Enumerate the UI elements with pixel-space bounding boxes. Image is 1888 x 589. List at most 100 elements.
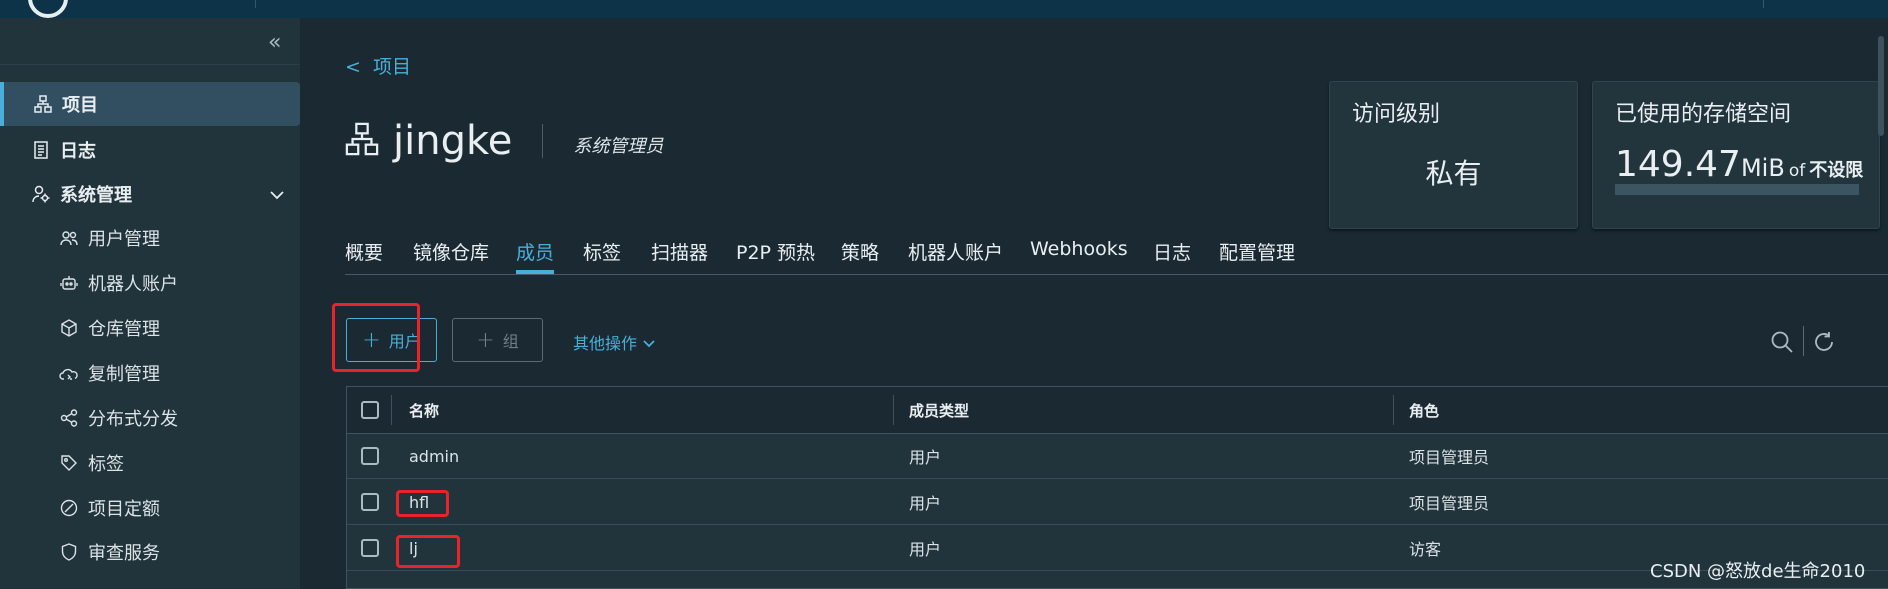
header-role[interactable]: 角色 (1409, 387, 1439, 433)
header-divider-right (1763, 0, 1764, 8)
header-name[interactable]: 名称 (409, 387, 439, 433)
member-role: 访客 (1409, 540, 1442, 559)
access-level-value: 私有 (1425, 157, 1482, 190)
toolbar-divider (1803, 326, 1804, 356)
share-icon (58, 407, 80, 429)
user-role: 系统管理员 (573, 136, 664, 157)
sidebar-divider (0, 64, 300, 65)
collapse-sidebar-icon[interactable]: « (268, 30, 281, 55)
table-row[interactable]: admin 用户 项目管理员 (347, 433, 1888, 479)
plus-icon: + (362, 327, 381, 353)
sidebar-item-replication[interactable]: 复制管理 (0, 351, 300, 395)
more-actions-label: 其他操作 (573, 334, 638, 353)
sidebar-item-projects[interactable]: 项目 (0, 82, 300, 126)
title-divider (542, 124, 544, 158)
cloud-sync-icon (58, 362, 80, 384)
sidebar-item-audit[interactable]: 审查服务 (0, 530, 300, 574)
tab-labels[interactable]: 标签 (583, 238, 621, 265)
sidebar-item-label: 分布式分发 (88, 409, 178, 430)
member-role: 项目管理员 (1409, 448, 1490, 467)
users-icon (58, 227, 80, 249)
card-title: 访问级别 (1352, 102, 1441, 127)
table-row[interactable]: hfl 用户 项目管理员 (347, 479, 1888, 525)
tab-p2p-preheat[interactable]: P2P 预热 (736, 238, 815, 265)
scrollbar[interactable] (1878, 36, 1884, 136)
row-checkbox[interactable] (361, 539, 379, 557)
row-select-cell (361, 479, 379, 525)
card-title: 已使用的存储空间 (1615, 102, 1792, 127)
sidebar-item-registries[interactable]: 仓库管理 (0, 306, 300, 350)
breadcrumb-projects[interactable]: 项目 (373, 56, 411, 78)
more-actions-dropdown[interactable]: 其他操作 (573, 330, 655, 354)
storage-value: 149.47MiB of 不设限 (1615, 144, 1863, 185)
quota-icon (58, 497, 80, 519)
table-header: 名称 成员类型 角色 (347, 387, 1888, 434)
watermark: CSDN @怒放de生命2010 (1650, 561, 1866, 582)
shield-icon (58, 541, 80, 563)
refresh-icon[interactable] (1812, 330, 1836, 358)
tab-scanner[interactable]: 扫描器 (651, 238, 708, 265)
storage-of: of (1788, 161, 1806, 181)
column-divider[interactable] (1393, 395, 1394, 425)
column-divider (391, 395, 392, 425)
sidebar-item-label: 标签 (88, 454, 124, 475)
member-name: hfl (409, 492, 430, 512)
add-group-label: 组 (502, 332, 519, 351)
row-checkbox[interactable] (361, 493, 379, 511)
add-group-button[interactable]: + 组 (452, 318, 543, 362)
search-icon[interactable] (1770, 330, 1794, 358)
sidebar-item-quotas[interactable]: 项目定额 (0, 486, 300, 530)
tab-summary[interactable]: 概要 (345, 238, 383, 265)
sidebar-item-label: 项目 (62, 95, 98, 116)
sidebar-item-label: 系统管理 (60, 185, 132, 206)
column-divider[interactable] (893, 395, 894, 425)
tab-members[interactable]: 成员 (516, 238, 555, 274)
tab-configuration[interactable]: 配置管理 (1219, 238, 1295, 265)
sidebar-item-label: 用户管理 (88, 229, 160, 250)
plus-icon: + (476, 327, 495, 353)
access-level-card: 访问级别 私有 (1329, 81, 1578, 229)
project-icon (32, 93, 54, 115)
row-checkbox[interactable] (361, 447, 379, 465)
sidebar-item-logs[interactable]: 日志 (0, 128, 300, 172)
sidebar-item-label: 项目定额 (88, 499, 160, 520)
log-icon (30, 139, 52, 161)
chevron-down-icon[interactable] (270, 184, 284, 205)
sidebar-item-robots[interactable]: 机器人账户 (0, 261, 300, 305)
tab-webhooks[interactable]: Webhooks (1030, 238, 1128, 260)
sidebar-item-label: 审查服务 (88, 543, 160, 564)
header-member-type[interactable]: 成员类型 (909, 387, 969, 433)
member-role: 项目管理员 (1409, 494, 1490, 513)
select-all-checkbox[interactable] (361, 401, 379, 419)
breadcrumb[interactable]: < 项目 (345, 52, 411, 79)
tab-robot-accounts[interactable]: 机器人账户 (908, 238, 1003, 265)
tab-logs[interactable]: 日志 (1153, 238, 1191, 265)
tab-policy[interactable]: 策略 (841, 238, 879, 265)
sidebar: « 项目 日志 系统管理 用户管理 机器人账户 仓库管理 复制管理 分布式分发 … (0, 18, 300, 589)
cube-icon (58, 317, 80, 339)
storage-unit: MiB (1740, 154, 1785, 182)
storage-limit: 不设限 (1809, 160, 1864, 181)
robot-icon (58, 272, 80, 294)
harbor-logo[interactable] (28, 0, 68, 18)
select-all-cell (361, 387, 379, 433)
header-divider (255, 0, 256, 8)
top-header (0, 0, 1888, 18)
tag-icon (58, 452, 80, 474)
sidebar-item-label: 仓库管理 (88, 319, 160, 340)
sidebar-item-users[interactable]: 用户管理 (0, 216, 300, 260)
sidebar-item-label: 日志 (60, 141, 96, 162)
storage-card: 已使用的存储空间 149.47MiB of 不设限 (1592, 81, 1880, 229)
page-title: jingke (393, 118, 513, 164)
storage-number: 149.47 (1615, 144, 1741, 185)
tab-repositories[interactable]: 镜像仓库 (413, 238, 489, 265)
storage-progress-bar (1615, 184, 1859, 195)
sidebar-item-labels[interactable]: 标签 (0, 441, 300, 485)
member-type: 用户 (909, 540, 942, 559)
add-user-button[interactable]: + 用户 (346, 318, 437, 362)
row-select-cell (361, 433, 379, 479)
project-icon (345, 122, 379, 160)
sidebar-item-label: 复制管理 (88, 364, 160, 385)
sidebar-item-distribution[interactable]: 分布式分发 (0, 396, 300, 440)
sidebar-item-admin[interactable]: 系统管理 (0, 172, 300, 216)
